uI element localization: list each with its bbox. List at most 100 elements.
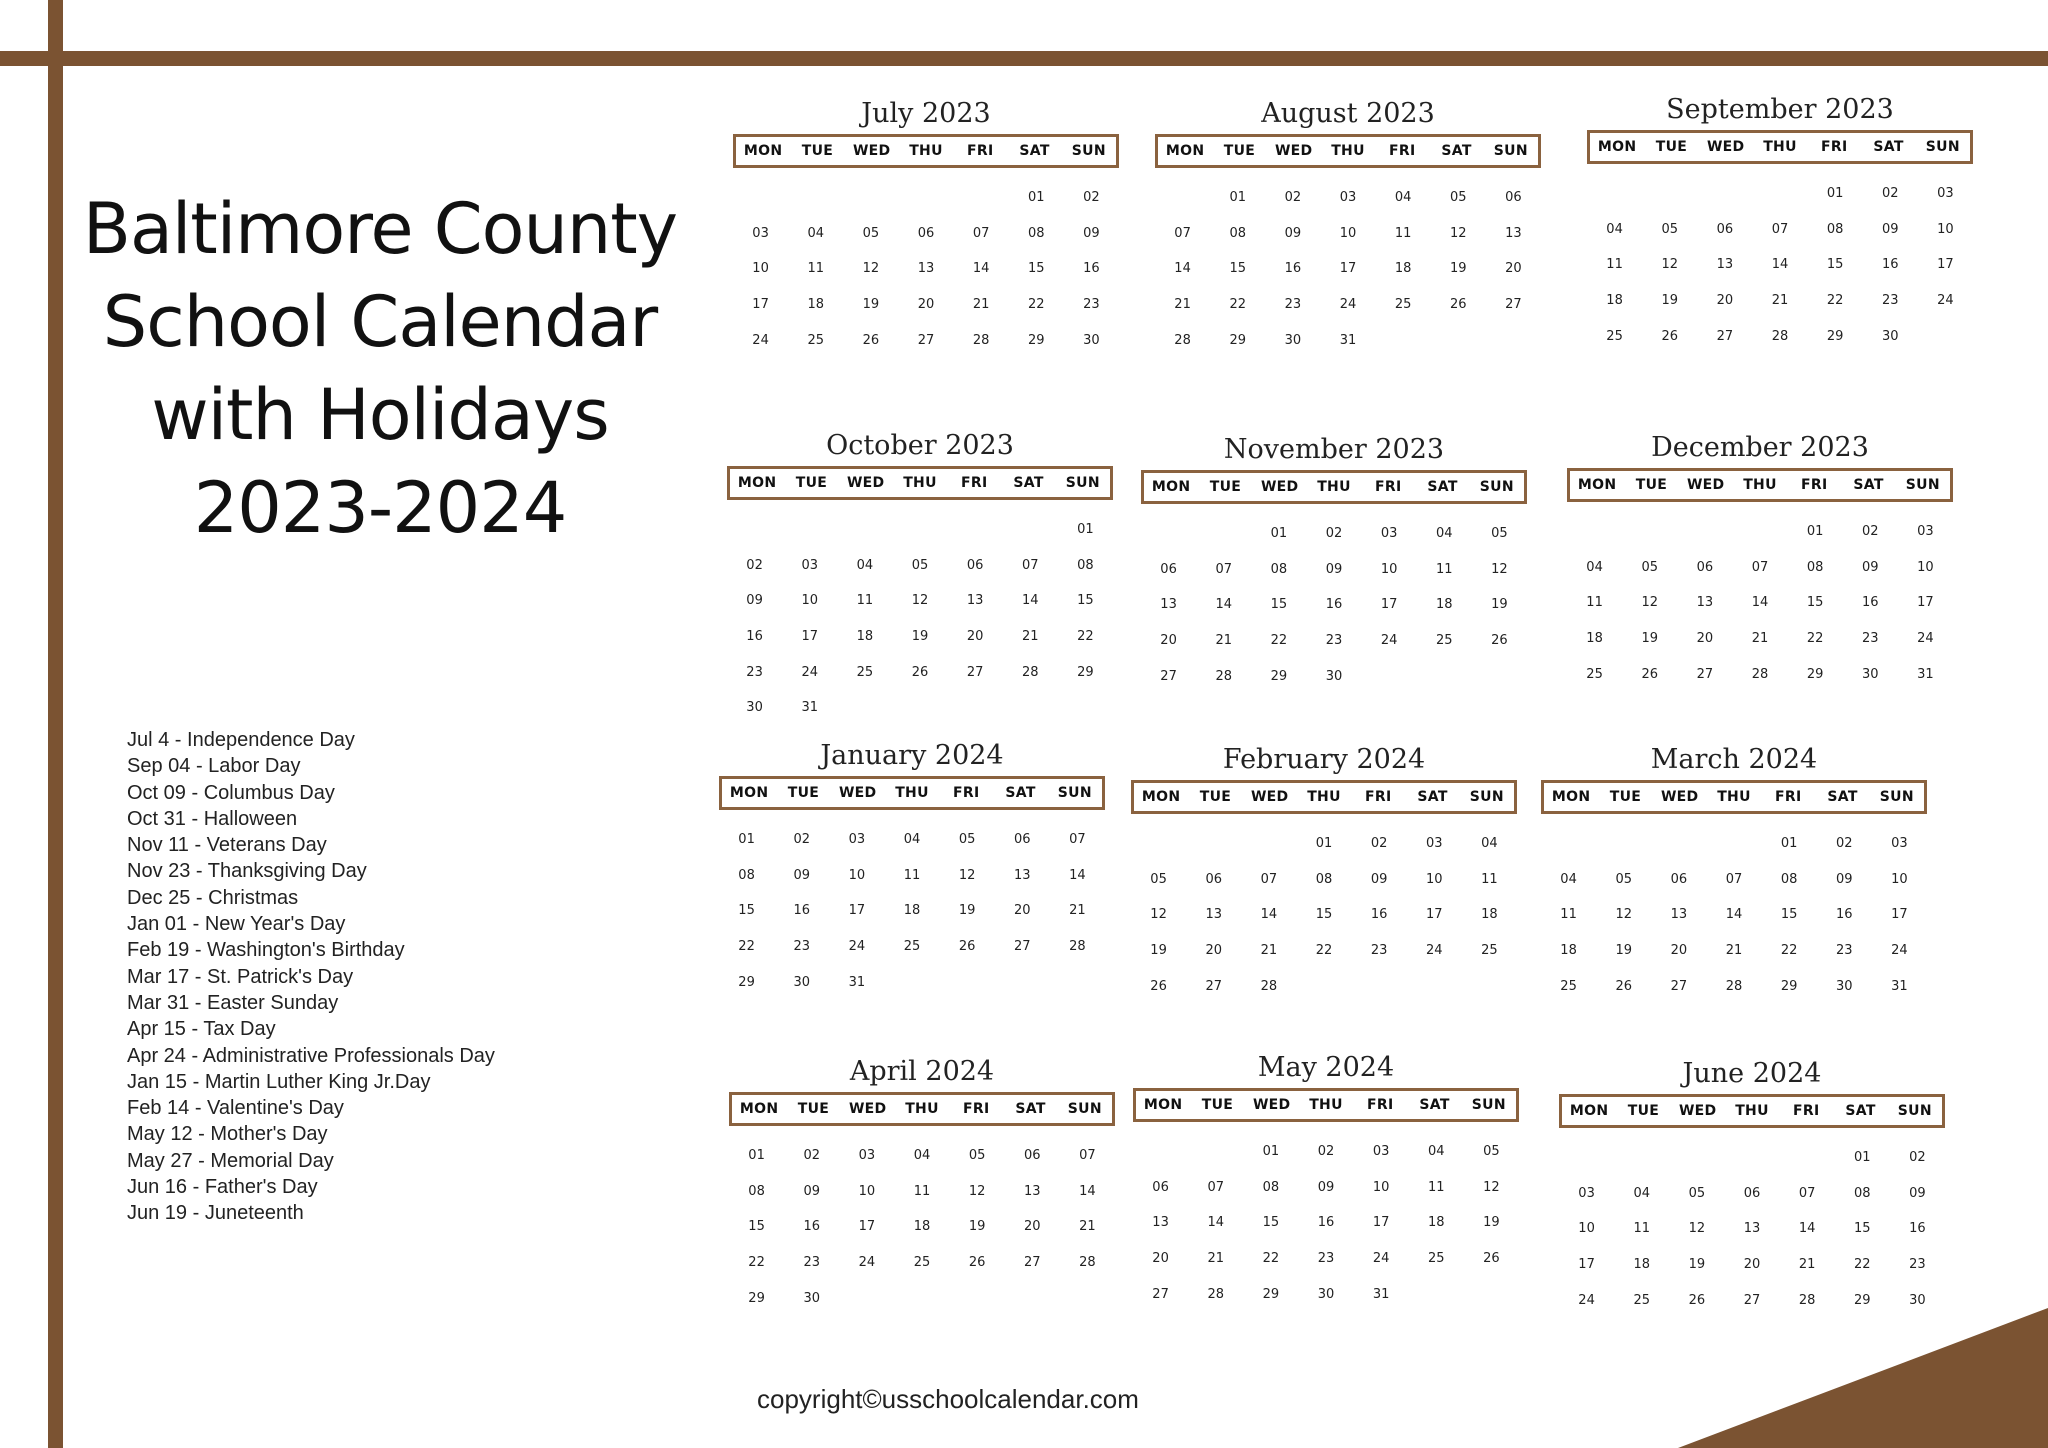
day-cell: 14 [1771, 257, 1789, 273]
month-title: July 2023 [861, 98, 991, 129]
day-cell: 28 [1215, 668, 1232, 684]
day-cell: 17 [848, 903, 866, 919]
day-cell: 24 [1917, 631, 1934, 647]
day-cell: 10 [801, 593, 818, 609]
day-cell: 01 [1780, 836, 1798, 851]
month-title: February 2024 [1222, 744, 1426, 775]
day-cell: 25 [1481, 943, 1498, 959]
weekday-label: THU [1717, 789, 1751, 805]
day-cell: 07 [1798, 1185, 1816, 1201]
day-cell: 21 [1207, 1251, 1224, 1267]
month-title: August 2023 [1261, 98, 1435, 129]
weekday-label: THU [905, 1101, 939, 1117]
day-cell: 09 [1836, 871, 1853, 887]
day-cell: 31 [1372, 1286, 1390, 1302]
day-cell: 26 [958, 939, 976, 955]
day-cell: 02 [793, 832, 810, 847]
day-cell: 18 [807, 297, 824, 313]
month-title: June 2024 [1682, 1058, 1822, 1089]
weekday-label: FRI [1389, 143, 1416, 159]
day-cell: 01 [1315, 836, 1333, 851]
day-cell: 16 [1284, 261, 1302, 277]
day-cell: 10 [1380, 561, 1398, 577]
day-cell: 17 [752, 297, 769, 313]
weekday-label: SAT [1427, 479, 1458, 495]
day-cell: 17 [1339, 261, 1357, 277]
day-cell: 03 [848, 832, 866, 847]
holiday-item: Feb 19 - Washington's Birthday [127, 939, 405, 962]
day-cell: 21 [972, 297, 990, 313]
day-cell: 19 [968, 1219, 986, 1235]
day-cell: 07 [1069, 832, 1086, 847]
day-grid: 01 02 03 04 05 06 07 08 09 10 11 12 13 14 15 16 17 18 19 20… [719, 822, 1105, 1000]
day-cell: 27 [1014, 939, 1031, 955]
day-grid: 01 02 03 04 05 06 07 08 09 10 11 12 13 14 15 16 17 18 19 20… [729, 1138, 1115, 1316]
empty-cell [1732, 514, 1787, 550]
day-cell: 01 [1229, 190, 1246, 205]
day-cell: 23 [1370, 943, 1388, 959]
day-cell: 18 [913, 1219, 931, 1235]
day-cell: 03 [1380, 526, 1398, 541]
empty-cell [1133, 1134, 1188, 1170]
day-cell: 08 [1028, 225, 1045, 241]
empty-cell [1596, 826, 1651, 862]
day-cell: 02 [746, 557, 763, 573]
day-cell: 21 [1798, 1257, 1816, 1273]
day-cell: 28 [1079, 1255, 1096, 1271]
day-cell: 17 [1578, 1257, 1595, 1273]
day-cell: 20 [1205, 943, 1222, 959]
weekday-label: THU [1317, 479, 1351, 495]
day-cell: 08 [748, 1183, 765, 1199]
month-calendar: February 2024 MON TUE WED THU FRI SAT SUN 01 02 03… [1131, 742, 1517, 1004]
day-cell: 11 [1394, 225, 1412, 241]
day-cell: 13 [1152, 1215, 1169, 1231]
weekday-label: WED [852, 143, 891, 159]
weekday-label: THU [1735, 1103, 1769, 1119]
weekday-header: MON TUE WED THU FRI SAT SUN [727, 466, 1113, 500]
day-cell: 22 [738, 939, 755, 955]
day-cell: 22 [1826, 293, 1844, 309]
holiday-item: Dec 25 - Christmas [127, 886, 299, 909]
day-cell: 25 [913, 1255, 931, 1271]
weekday-header: MON TUE WED THU FRI SAT SUN [1559, 1094, 1945, 1128]
day-cell: 20 [966, 629, 984, 645]
day-cell: 27 [1743, 1292, 1761, 1308]
weekday-label: THU [895, 785, 929, 801]
day-cell: 17 [1937, 257, 1954, 273]
weekday-label: SAT [1417, 789, 1448, 805]
day-cell: 19 [1483, 1215, 1500, 1231]
weekday-label: SUN [1479, 479, 1514, 495]
day-cell: 08 [1315, 871, 1333, 887]
month-calendar: August 2023 MON TUE WED THU FRI SAT SUN 01 02 03 04… [1155, 96, 1541, 358]
day-cell: 23 [1862, 631, 1879, 647]
day-cell: 20 [1743, 1257, 1761, 1273]
day-cell: 25 [903, 939, 921, 955]
empty-cell [1677, 514, 1732, 550]
day-cell: 03 [1917, 524, 1934, 539]
day-cell: 19 [1688, 1257, 1706, 1273]
day-cell: 04 [1436, 526, 1453, 541]
weekday-label: SAT [1419, 1097, 1450, 1113]
day-cell: 14 [1079, 1183, 1096, 1199]
day-cell: 11 [903, 867, 921, 883]
day-cell: 01 [1077, 522, 1094, 537]
empty-cell [1567, 514, 1622, 550]
day-cell: 31 [801, 700, 818, 716]
day-cell: 29 [1229, 332, 1246, 348]
weekday-label: TUE [1655, 139, 1688, 155]
day-cell: 30 [793, 974, 810, 990]
day-cell: 01 [1028, 190, 1045, 205]
day-cell: 25 [807, 332, 824, 348]
empty-cell [733, 180, 788, 216]
day-cell: 15 [1028, 261, 1045, 277]
holiday-item: Mar 31 - Easter Sunday [127, 991, 339, 1014]
empty-cell [1131, 826, 1186, 862]
day-cell: 14 [1725, 907, 1743, 923]
day-cell: 17 [1372, 1215, 1390, 1231]
day-cell: 15 [1229, 261, 1246, 277]
day-cell: 23 [746, 664, 763, 680]
day-cell: 06 [1152, 1179, 1169, 1195]
day-cell: 14 [1174, 261, 1191, 277]
day-cell: 26 [1615, 978, 1632, 994]
month-calendar: October 2023 MON TUE WED THU FRI SAT SUN 01 02 03 0… [727, 428, 1113, 726]
